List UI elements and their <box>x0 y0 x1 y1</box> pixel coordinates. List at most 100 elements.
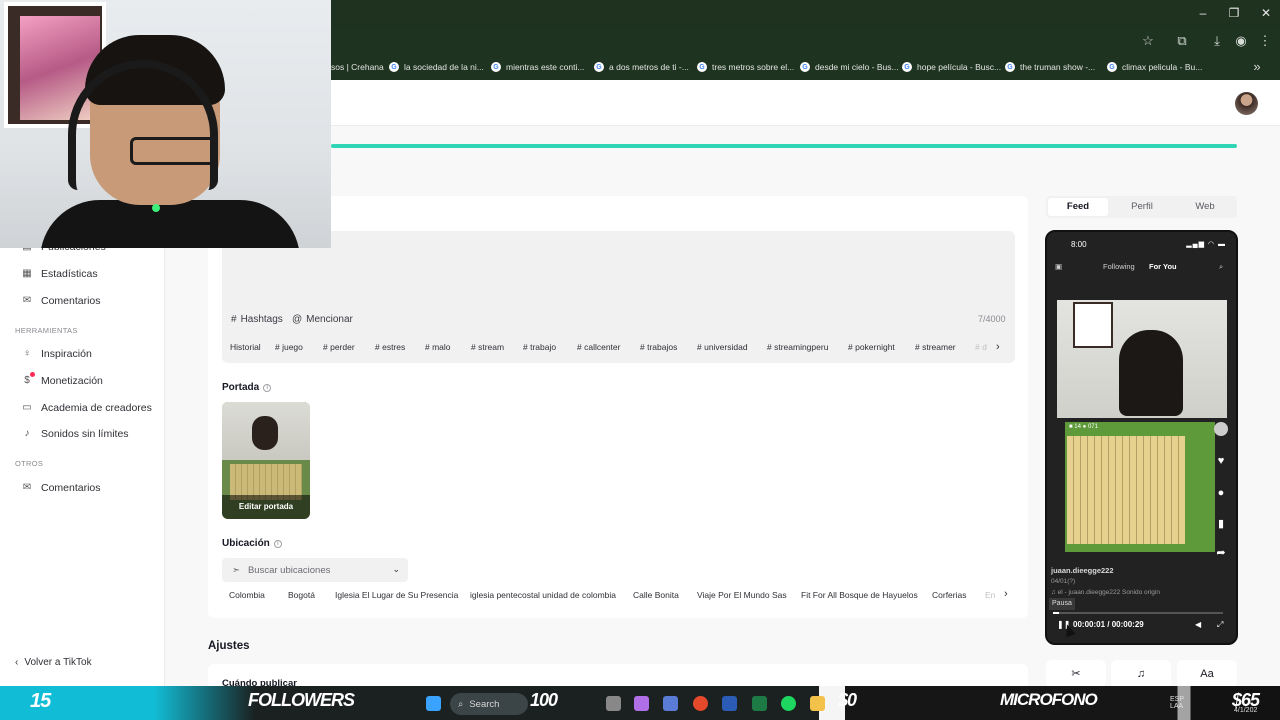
mention-button[interactable]: @ Mencionar <box>292 314 353 325</box>
location-chip[interactable]: Calle Bonita <box>633 590 679 600</box>
minimize-button[interactable]: – <box>1193 6 1213 20</box>
bookmark-item[interactable]: Ghope película - Busc... <box>902 60 1001 74</box>
history-chip[interactable]: Historial <box>230 342 261 352</box>
tab-feed[interactable]: Feed <box>1048 198 1108 216</box>
hash-icon: # <box>231 314 237 325</box>
hashtag-chip[interactable]: # callcenter <box>577 342 620 352</box>
menu-icon[interactable]: ⋮ <box>1257 33 1273 49</box>
notification-dot <box>30 372 35 377</box>
phone-preview[interactable]: 8:00 ▂▄▆ ◠ ▬ ▣ Following For You ⌕ ■ 14 … <box>1045 230 1238 645</box>
video-sound: ♫ el - juaan.dieegge222 Sonido origin <box>1051 589 1160 596</box>
close-button[interactable]: ✕ <box>1256 6 1276 20</box>
location-chip[interactable]: Iglesia El Lugar de Su Presencia <box>335 590 458 600</box>
hashtag-chip[interactable]: # estres <box>375 342 405 352</box>
tool-text-button[interactable]: Aa <box>1177 660 1237 688</box>
streamer-shirt <box>40 200 300 248</box>
location-label: Ubicación i <box>222 538 282 549</box>
bookmark-item[interactable]: Gdesde mi cielo - Bus... <box>800 60 899 74</box>
download-icon[interactable]: ⤓ <box>1209 33 1225 49</box>
video-timeline-progress <box>1053 612 1059 614</box>
mic-led <box>152 204 160 212</box>
back-to-tiktok-link[interactable]: ‹ Volver a TikTok <box>15 657 92 668</box>
location-chip[interactable]: Fit For All Bosque de Hayuelos <box>801 590 918 600</box>
location-chip[interactable]: En <box>985 590 995 600</box>
excel-icon[interactable] <box>752 696 767 711</box>
hashtag-chip[interactable]: # juego <box>275 342 303 352</box>
hashtag-chip[interactable]: # universidad <box>697 342 748 352</box>
pause-tooltip: Pausa <box>1049 598 1075 610</box>
mic-label: MICROFONO <box>1000 690 1098 709</box>
file-explorer-icon[interactable] <box>606 696 621 711</box>
google-icon: G <box>902 62 912 72</box>
store-icon[interactable] <box>663 696 678 711</box>
hashtag-chip[interactable]: # malo <box>425 342 451 352</box>
fullscreen-icon[interactable]: ⤢ <box>1217 620 1223 630</box>
sidebar-section-tools: HERRAMIENTAS <box>15 326 78 335</box>
hashtag-chip[interactable]: # trabajos <box>640 342 677 352</box>
extensions-icon[interactable]: ⧉ <box>1174 33 1190 49</box>
location-chip[interactable]: iglesia pentecostal unidad de colombia <box>470 590 616 600</box>
chevron-down-icon: ⌄ <box>392 564 400 574</box>
star-icon[interactable]: ☆ <box>1140 33 1156 49</box>
bookmark-item[interactable]: Gla sociedad de la ni... <box>389 60 484 74</box>
bookmark-item[interactable]: sos | Crehana <box>331 60 384 74</box>
hashtag-chip[interactable]: # streamingperu <box>767 342 828 352</box>
cover-image <box>222 402 310 460</box>
profile-icon[interactable]: ◉ <box>1233 33 1249 49</box>
hashtags-button[interactable]: # Hashtags <box>231 314 283 325</box>
taskbar-search[interactable]: ⌕ Search <box>450 693 528 715</box>
hashtag-chip[interactable]: # d <box>975 342 987 352</box>
signal-wifi-battery-icon: ▂▄▆ ◠ ▬ <box>1186 241 1226 248</box>
google-icon: G <box>594 62 604 72</box>
location-chip[interactable]: Bogotá <box>288 590 315 600</box>
chevron-right-icon[interactable]: › <box>1004 588 1008 600</box>
sidebar-item-comments-other[interactable]: ✉ Comentarios <box>22 482 101 494</box>
location-chip[interactable]: Colombia <box>229 590 265 600</box>
sidebar-item-monetization[interactable]: $ Monetización <box>22 375 103 387</box>
webcam-overlay <box>0 0 331 248</box>
chevron-right-icon[interactable]: » <box>1249 59 1265 75</box>
location-arrow-icon: ➣ <box>232 564 240 576</box>
hashtag-chip[interactable]: # pokernight <box>848 342 895 352</box>
word-icon[interactable] <box>722 696 737 711</box>
location-select[interactable]: ➣ Buscar ubicaciones ⌄ <box>222 558 408 582</box>
hashtag-chip[interactable]: # streamer <box>915 342 956 352</box>
sidebar-item-inspiration[interactable]: ♀ Inspiración <box>22 348 92 360</box>
tab-web[interactable]: Web <box>1175 198 1235 216</box>
folder-icon[interactable] <box>810 696 825 711</box>
sidebar-item-sounds[interactable]: ♪ Sonidos sin límites <box>22 428 129 440</box>
location-chip[interactable]: Corferias <box>932 590 966 600</box>
language-indicator[interactable]: ESP LAA <box>1170 696 1184 710</box>
tool-edit-button[interactable]: ✂ <box>1046 660 1106 688</box>
sidebar-item-academy[interactable]: ▭ Academia de creadores <box>22 402 152 414</box>
tab-profile[interactable]: Perfil <box>1112 198 1172 216</box>
chrome-icon[interactable] <box>693 696 708 711</box>
hashtag-chip[interactable]: # stream <box>471 342 504 352</box>
sidebar-item-comments[interactable]: ✉ Comentarios <box>22 295 101 307</box>
dollar-icon: $ <box>24 375 30 386</box>
location-chip[interactable]: Viaje Por El Mundo Sas <box>697 590 787 600</box>
maximize-button[interactable]: ❐ <box>1224 6 1244 20</box>
comment-icon: ● <box>1217 487 1225 499</box>
sidebar-item-analytics[interactable]: ▦ Estadísticas <box>22 268 97 280</box>
windows-start-icon[interactable] <box>426 696 441 711</box>
tool-sounds-button[interactable]: ♫ <box>1111 660 1171 688</box>
copilot-icon[interactable] <box>634 696 649 711</box>
cover-thumbnail[interactable]: Editar portada <box>222 402 310 519</box>
bookmark-item[interactable]: Gtres metros sobre el... <box>697 60 794 74</box>
bookmark-item[interactable]: Gmientras este conti... <box>491 60 584 74</box>
volume-icon[interactable]: ◀ <box>1195 620 1201 629</box>
share-icon: ➦ <box>1216 547 1226 559</box>
video-timeline[interactable] <box>1053 612 1223 614</box>
google-icon: G <box>389 62 399 72</box>
bookmark-item[interactable]: Gclimax pelicula - Bu... <box>1107 60 1202 74</box>
chevron-right-icon[interactable]: › <box>996 341 1000 353</box>
bookmark-item[interactable]: Gthe truman show -... <box>1005 60 1095 74</box>
bookmark-item[interactable]: Ga dos metros de ti -... <box>594 60 689 74</box>
hashtag-chip[interactable]: # perder <box>323 342 355 352</box>
edit-cover-button[interactable]: Editar portada <box>222 495 310 519</box>
spotify-icon[interactable] <box>781 696 796 711</box>
char-counter: 7/4000 <box>978 314 1006 324</box>
avatar[interactable] <box>1235 92 1258 115</box>
hashtag-chip[interactable]: # trabajo <box>523 342 556 352</box>
